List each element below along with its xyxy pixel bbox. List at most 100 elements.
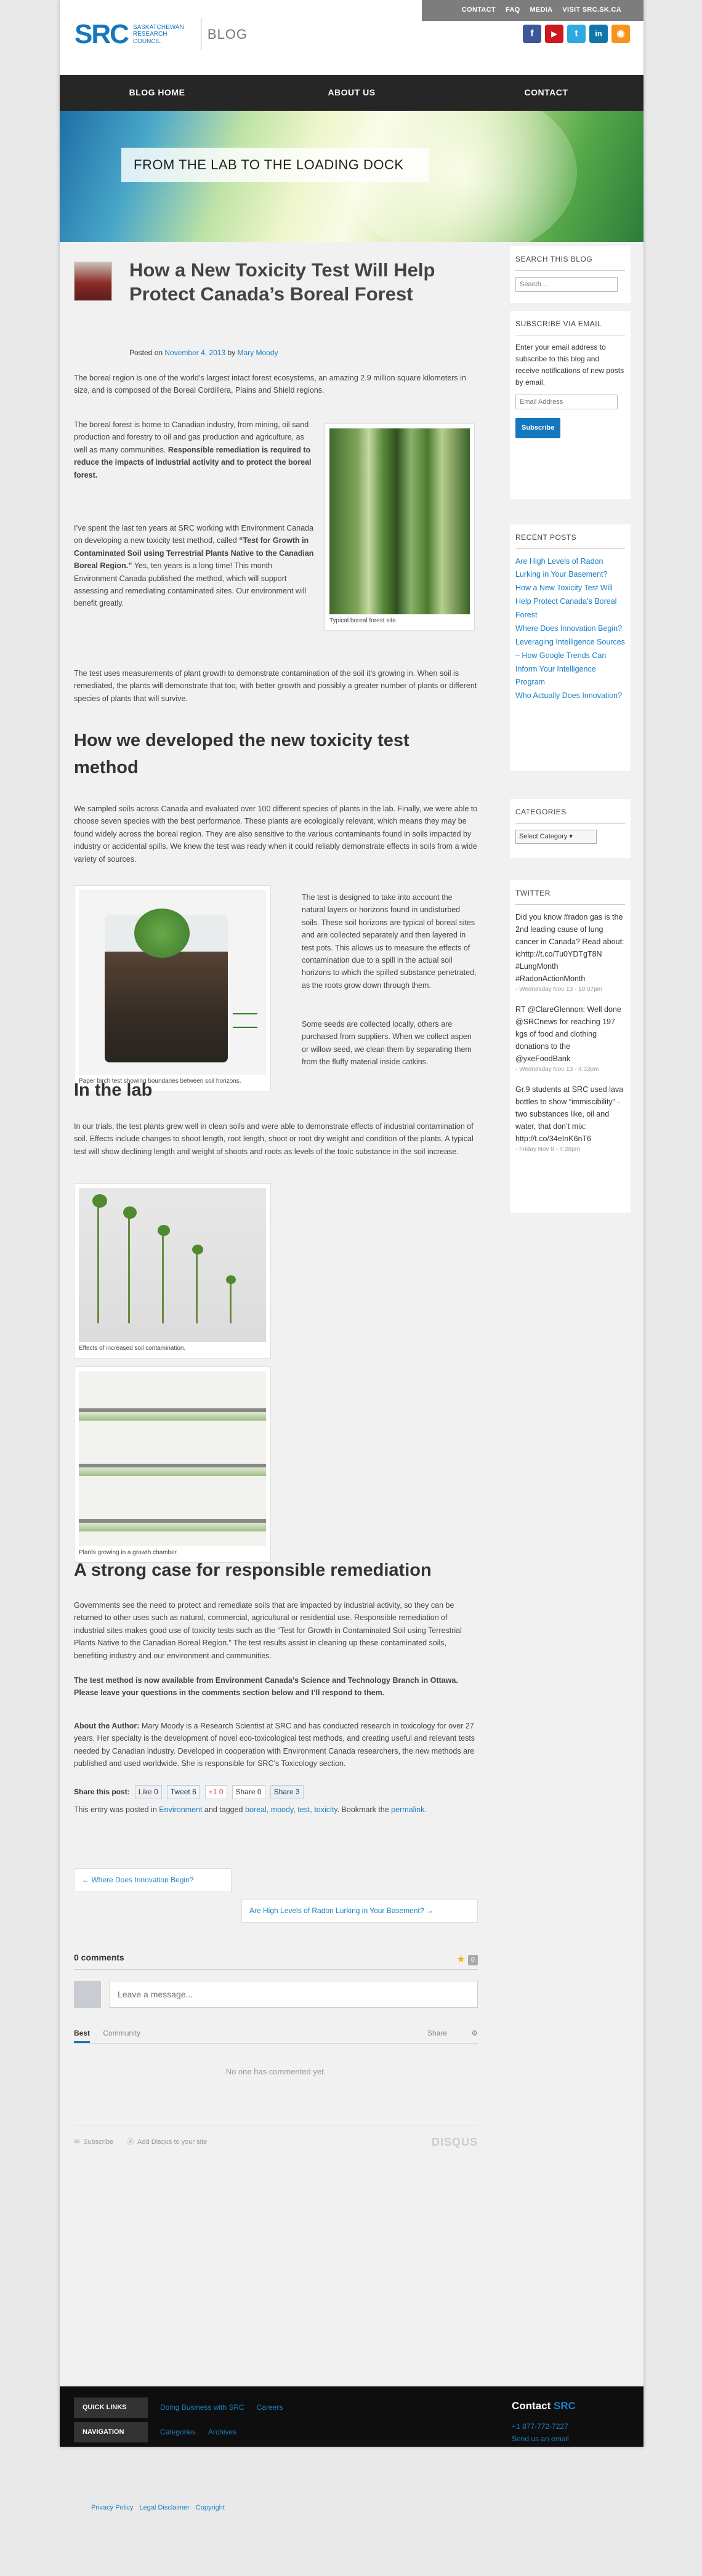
- paper-birch-photo: [79, 890, 266, 1075]
- nav-about-us[interactable]: ABOUT US: [254, 86, 449, 100]
- main-nav: BLOG HOME ABOUT US CONTACT: [60, 75, 644, 111]
- posted-on-label: Posted on: [129, 348, 163, 357]
- widget-title: CATEGORIES: [515, 806, 625, 824]
- recent-post-link[interactable]: Are High Levels of Radon Lurking in Your…: [515, 555, 625, 582]
- recent-posts-widget: RECENT POSTS Are High Levels of Radon Lu…: [510, 524, 631, 771]
- share-comments-button[interactable]: Share: [427, 2028, 447, 2039]
- tweet-text: Did you know #radon gas is the 2nd leadi…: [515, 912, 624, 983]
- post-title: How a New Toxicity Test Will Help Protec…: [129, 259, 435, 305]
- recent-post-link[interactable]: How a New Toxicity Test Will Help Protec…: [515, 582, 625, 622]
- top-link-faq[interactable]: FAQ: [506, 5, 520, 15]
- post-date-link[interactable]: November 4, 2013: [164, 348, 225, 357]
- nav-blog-home[interactable]: BLOG HOME: [60, 86, 254, 100]
- tags-link[interactable]: boreal, moody, test, toxicity: [245, 1805, 337, 1814]
- tweet-item: Did you know #radon gas is the 2nd leadi…: [515, 911, 625, 1155]
- site-header: CONTACT FAQ MEDIA VISIT SRC.SK.CA SRC Sa…: [60, 0, 644, 75]
- post-paragraph: The test is designed to take into accoun…: [302, 893, 477, 990]
- growth-chamber-photo: [79, 1371, 266, 1546]
- seedling-stem: [162, 1231, 164, 1323]
- category-select-value: Select Category: [519, 832, 568, 840]
- recent-post-link[interactable]: Who Actually Does Innovation?: [515, 689, 625, 703]
- seedling-leaf: [226, 1275, 236, 1284]
- recent-post-link[interactable]: Where Does Innovation Begin?: [515, 622, 625, 636]
- copyright-link[interactable]: Copyright: [196, 2503, 225, 2513]
- search-input[interactable]: [515, 276, 618, 292]
- gear-icon[interactable]: ⚙: [471, 2028, 478, 2039]
- meta-text: and tagged: [204, 1805, 243, 1814]
- category-link[interactable]: Environment: [159, 1805, 202, 1814]
- about-label: About the Author:: [74, 1722, 140, 1730]
- share-button-label: Tweet: [170, 1788, 190, 1796]
- post-meta: This entry was posted in Environment and…: [74, 1805, 427, 1814]
- footer-quick-links: QUICK LINKS Doing Business with SRC Care…: [74, 2397, 283, 2418]
- share-button-label: Share: [273, 1788, 294, 1796]
- share-button[interactable]: Share 0: [232, 1785, 265, 1799]
- author-link[interactable]: Mary Moody: [238, 348, 278, 357]
- comments-tabs: Best Community Share ⚙: [74, 2028, 478, 2044]
- top-link-contact[interactable]: CONTACT: [462, 5, 496, 15]
- post-paragraph: The test uses measurements of plant grow…: [74, 669, 477, 703]
- figure-caption: Plants growing in a growth chamber.: [79, 1549, 179, 1556]
- categories-widget: CATEGORIES Select Category ▾: [510, 799, 631, 858]
- previous-post-link[interactable]: ← Where Does Innovation Begin?: [74, 1868, 232, 1892]
- tab-best[interactable]: Best: [74, 2029, 91, 2043]
- seedling-stem: [230, 1280, 232, 1323]
- star-icon[interactable]: ★: [457, 1952, 466, 1968]
- twitter-widget: TWITTER Did you know #radon gas is the 2…: [510, 880, 631, 1213]
- email-field[interactable]: [515, 395, 618, 410]
- share-button-label: +1: [208, 1788, 217, 1796]
- section-heading: In the lab: [74, 1080, 153, 1100]
- disqus-footer: ✉ Subscribe ⓓ Add Disqus to your site DI…: [74, 2125, 478, 2151]
- share-count: 6: [192, 1788, 196, 1796]
- boreal-forest-photo: [329, 428, 470, 614]
- seedling-leaf: [92, 1194, 107, 1208]
- comment-input[interactable]: [110, 1981, 478, 2008]
- google-plus-button[interactable]: +1 0: [204, 1785, 227, 1799]
- tab-community[interactable]: Community: [103, 2029, 140, 2037]
- rss-icon[interactable]: ◉: [611, 25, 630, 43]
- comments-count: 0 comments: [74, 1951, 478, 1970]
- facebook-like-button[interactable]: Like 0: [134, 1785, 162, 1799]
- envelope-icon: ✉: [74, 2138, 80, 2146]
- about-author: About the Author: Mary Moody is a Resear…: [74, 1720, 478, 1770]
- youtube-icon[interactable]: ▶: [545, 25, 563, 43]
- legal-disclaimer-link[interactable]: Legal Disclaimer: [139, 2503, 189, 2513]
- post-paragraph: Governments see the need to protect and …: [74, 1601, 462, 1660]
- tweet-button[interactable]: Tweet 6: [166, 1785, 200, 1799]
- footer-link[interactable]: Doing Business with SRC: [160, 2402, 244, 2413]
- privacy-policy-link[interactable]: Privacy Policy: [91, 2503, 133, 2513]
- nav-contact[interactable]: CONTACT: [449, 86, 644, 100]
- linkedin-share-button[interactable]: Share 3: [270, 1785, 304, 1799]
- post-paragraph: We sampled soils across Canada and evalu…: [74, 804, 478, 864]
- recent-post-link[interactable]: Leveraging Intelligence Sources – How Go…: [515, 636, 625, 690]
- subscribe-button[interactable]: Subscribe: [515, 418, 561, 439]
- figure-caption: Typical boreal forest site.: [329, 617, 398, 624]
- social-icons: f ▶ t in ◉: [523, 25, 630, 43]
- post-paragraph: The test method is now available from En…: [74, 1676, 458, 1698]
- disqus-logo[interactable]: DISQUS: [432, 2134, 478, 2151]
- top-link-media[interactable]: MEDIA: [530, 5, 552, 15]
- subscribe-widget: SUBSCRIBE VIA EMAIL Enter your email add…: [510, 311, 631, 499]
- subscribe-link[interactable]: Subscribe: [83, 2137, 113, 2148]
- permalink-link[interactable]: permalink: [391, 1805, 424, 1814]
- next-post-link[interactable]: Are High Levels of Radon Lurking in Your…: [241, 1899, 478, 1923]
- seedling-stem: [196, 1250, 198, 1323]
- figure-growth-chamber: Plants growing in a growth chamber.: [74, 1366, 271, 1563]
- twitter-icon[interactable]: t: [567, 25, 586, 43]
- linkedin-icon[interactable]: in: [589, 25, 608, 43]
- site-logo[interactable]: SRC Saskatchewan Research Council BLOG: [75, 18, 248, 50]
- post-paragraph: In our trials, the test plants grew well…: [74, 1122, 474, 1156]
- seedling-stem: [97, 1200, 99, 1323]
- category-select[interactable]: Select Category ▾: [515, 829, 597, 844]
- meta-text: This entry was posted in: [74, 1805, 157, 1814]
- post-paragraph: The boreal forest is home to Canadian in…: [74, 419, 314, 481]
- footer-link[interactable]: Categories: [160, 2426, 196, 2438]
- footer-link[interactable]: Archives: [208, 2426, 236, 2438]
- contamination-photo: [79, 1188, 266, 1342]
- email-link[interactable]: Send us an email: [512, 2433, 576, 2445]
- add-disqus-link[interactable]: Add Disqus to your site: [137, 2137, 207, 2148]
- top-link-visit[interactable]: VISIT SRC.SK.CA: [562, 5, 621, 15]
- footer-link[interactable]: Careers: [257, 2402, 283, 2413]
- phone-link[interactable]: +1 877-772-7227: [512, 2420, 576, 2433]
- facebook-icon[interactable]: f: [523, 25, 541, 43]
